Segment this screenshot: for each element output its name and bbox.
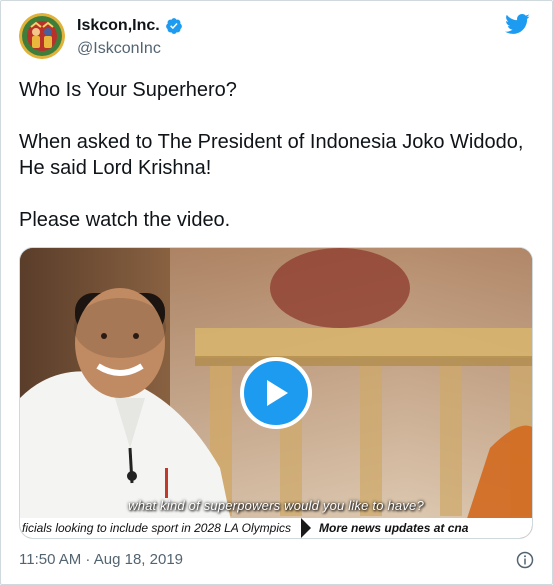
tweet-line-2: When asked to The President of Indonesia… [19,131,524,179]
tweet-line-3: Please watch the video. [19,209,231,231]
ticker-separator [301,518,312,538]
info-icon[interactable] [516,551,534,569]
display-name[interactable]: Iskcon,Inc. [77,17,160,35]
video-subtitle: what kind of superpowers would you like … [128,498,424,513]
verified-badge-icon [165,17,183,35]
avatar[interactable] [19,13,65,59]
tweet-meta: 11:50 AM · Aug 18, 2019 [1,539,552,583]
ticker-left-text: ficials looking to include sport in 2028… [22,521,292,535]
play-button[interactable] [240,357,312,429]
name-row: Iskcon,Inc. [77,15,183,37]
news-ticker: ficials looking to include sport in 2028… [20,518,532,538]
handle[interactable]: @IskconInc [77,40,183,58]
tweet-text: Who Is Your Superhero? When asked to The… [19,77,534,233]
author-block: Iskcon,Inc. @IskconInc [77,15,183,58]
tweet-line-1: Who Is Your Superhero? [19,79,237,101]
tweet-card: Iskcon,Inc. @IskconInc Who Is Your Super… [0,0,553,585]
deity-avatar-image [19,13,65,59]
play-icon [267,380,288,406]
twitter-bird-icon[interactable] [504,13,530,35]
video-player[interactable]: what kind of superpowers would you like … [19,247,533,539]
timestamp-link[interactable]: 11:50 AM · Aug 18, 2019 [19,551,183,568]
ticker-right-text: More news updates at cna [319,521,469,535]
